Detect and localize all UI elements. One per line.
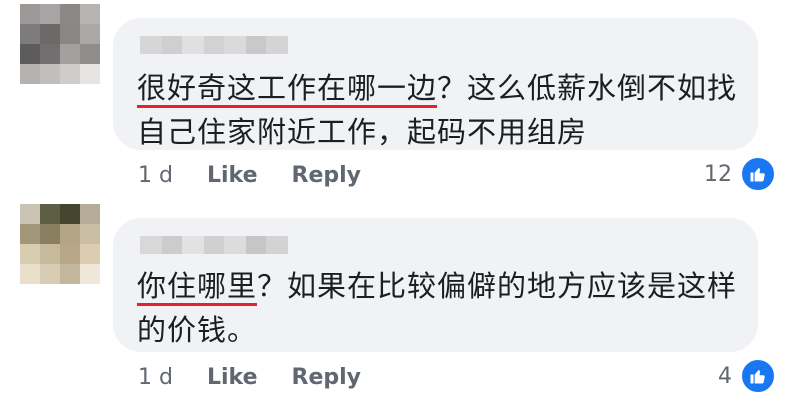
reaction-count: 4	[718, 363, 732, 389]
avatar-pixel	[40, 44, 60, 64]
name-pixel	[204, 36, 224, 54]
name-pixel	[266, 236, 288, 254]
thumbs-up-icon	[740, 156, 776, 192]
avatar-pixel	[80, 204, 100, 224]
reply-button[interactable]: Reply	[292, 163, 362, 188]
name-pixel	[162, 36, 182, 54]
avatar-pixel	[40, 24, 60, 44]
name-pixel	[224, 36, 246, 54]
avatar-pixel	[60, 24, 80, 44]
avatar[interactable]	[20, 204, 100, 284]
reactions[interactable]: 4	[718, 358, 776, 394]
avatar-pixel	[60, 264, 80, 284]
reactions[interactable]: 12	[704, 156, 776, 192]
avatar-pixel	[80, 264, 100, 284]
avatar-pixel	[80, 44, 100, 64]
avatar-pixel	[40, 224, 60, 244]
avatar-pixel	[60, 44, 80, 64]
name-pixel	[182, 36, 204, 54]
avatar-pixel	[60, 64, 80, 84]
avatar-pixel	[40, 264, 60, 284]
avatar-pixel	[20, 64, 40, 84]
avatar-pixel	[40, 4, 60, 24]
author-name-blurred[interactable]	[140, 236, 290, 254]
comment-text: 很好奇这工作在哪一边？这么低薪水倒不如找自己住家附近工作，起码不用组房	[137, 66, 745, 154]
like-button[interactable]: Like	[207, 365, 258, 390]
comment-bubble: 你住哪里？如果在比较偏僻的地方应该是这样的价钱。	[113, 218, 758, 352]
name-pixel	[162, 236, 182, 254]
name-pixel	[140, 36, 162, 54]
avatar-pixel	[20, 204, 40, 224]
reaction-count: 12	[704, 161, 732, 187]
name-pixel	[246, 36, 266, 54]
comment-text: 你住哪里？如果在比较偏僻的地方应该是这样的价钱。	[137, 264, 745, 352]
underlined-text: 你住哪里	[137, 269, 258, 303]
avatar-pixel	[60, 224, 80, 244]
avatar-pixel	[20, 4, 40, 24]
underlined-text: 很好奇这工作在哪一边	[137, 71, 438, 105]
avatar-pixel	[80, 4, 100, 24]
avatar[interactable]	[20, 4, 100, 84]
avatar-pixel	[40, 64, 60, 84]
avatar-pixel	[20, 44, 40, 64]
avatar-pixel	[20, 244, 40, 264]
name-pixel	[224, 236, 246, 254]
comment-actions: 1 d Like Reply	[138, 160, 361, 190]
avatar-pixel	[40, 204, 60, 224]
avatar-pixel	[60, 244, 80, 264]
like-button[interactable]: Like	[207, 163, 258, 188]
comment-bubble: 很好奇这工作在哪一边？这么低薪水倒不如找自己住家附近工作，起码不用组房	[113, 18, 758, 150]
reply-button[interactable]: Reply	[292, 365, 362, 390]
avatar-pixel	[80, 224, 100, 244]
avatar-pixel	[80, 244, 100, 264]
avatar-pixel	[80, 64, 100, 84]
comment-time[interactable]: 1 d	[138, 365, 173, 390]
comment: 你住哪里？如果在比较偏僻的地方应该是这样的价钱。 1 d Like Reply …	[0, 202, 800, 404]
name-pixel	[266, 36, 288, 54]
name-pixel	[182, 236, 204, 254]
comment: 很好奇这工作在哪一边？这么低薪水倒不如找自己住家附近工作，起码不用组房 1 d …	[0, 0, 800, 202]
avatar-pixel	[80, 24, 100, 44]
name-pixel	[246, 236, 266, 254]
thumbs-up-icon	[740, 358, 776, 394]
avatar-pixel	[40, 244, 60, 264]
avatar-pixel	[20, 264, 40, 284]
author-name-blurred[interactable]	[140, 36, 290, 54]
comment-time[interactable]: 1 d	[138, 163, 173, 188]
avatar-pixel	[20, 24, 40, 44]
name-pixel	[204, 236, 224, 254]
comment-actions: 1 d Like Reply	[138, 362, 361, 392]
avatar-pixel	[60, 4, 80, 24]
name-pixel	[140, 236, 162, 254]
avatar-pixel	[20, 224, 40, 244]
avatar-pixel	[60, 204, 80, 224]
